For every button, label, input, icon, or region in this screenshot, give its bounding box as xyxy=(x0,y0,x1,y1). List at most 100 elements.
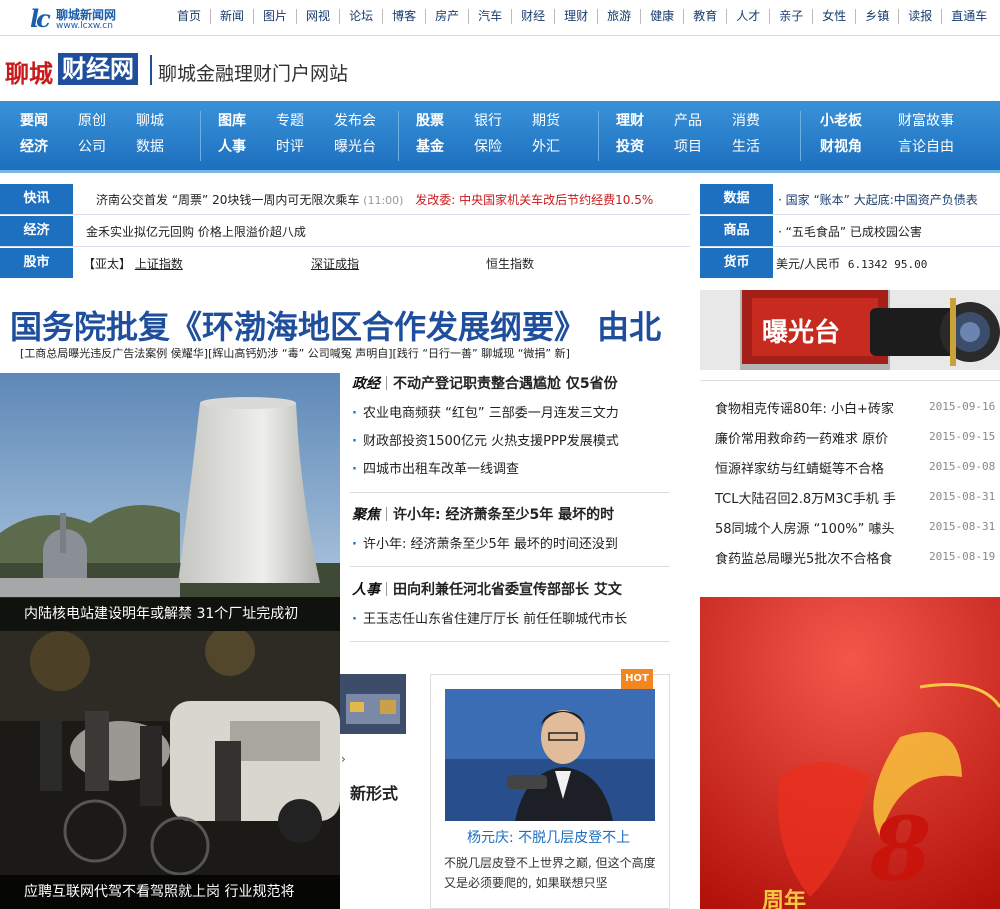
list-item[interactable]: 王玉志任山东省住建厅厅长 前任任聊城代市长 xyxy=(352,608,627,627)
nav-link[interactable]: 图片 xyxy=(253,9,296,24)
nav-link[interactable]: 网视 xyxy=(296,9,339,24)
channel-link[interactable]: 专题 xyxy=(276,111,334,131)
nav-link[interactable]: 亲子 xyxy=(769,9,812,24)
nav-link[interactable]: 理财 xyxy=(554,9,597,24)
nav-link[interactable]: 财经 xyxy=(511,9,554,24)
list-item[interactable]: 农业电商频获 “红包” 三部委一月连发三文力 xyxy=(352,402,619,421)
headline-related-links[interactable]: [工商总局曝光违反广告法案例 侯耀华][辉山高钙奶涉 “毒” 公司喊冤 声明自]… xyxy=(20,345,570,361)
ticker-headline[interactable]: 发改委: 中央国家机关车改后节约经费10.5% xyxy=(415,193,653,207)
nav-link[interactable]: 论坛 xyxy=(339,9,382,24)
ticker-text[interactable]: 济南公交首发 “周票” 20块钱一周内可无限次乘车 (11:00) 发改委: 中… xyxy=(96,191,653,208)
photo-caption[interactable]: 内陆核电站建设明年或解禁 31个厂址完成初 xyxy=(0,597,340,631)
list-item[interactable]: 食物相克传谣80年: 小白+砖家 xyxy=(715,398,894,417)
index-link-hangseng[interactable]: 恒生指数 xyxy=(486,255,534,272)
channel-link[interactable]: 言论自由 xyxy=(898,137,988,157)
channel-link[interactable]: 项目 xyxy=(674,137,732,157)
camera-banner-image xyxy=(700,290,1000,370)
channel-link[interactable]: 理财 xyxy=(616,111,674,131)
ticker-headline-text[interactable]: “五毛食品” 已成校园公害 xyxy=(786,225,922,239)
channel-link[interactable]: 保险 xyxy=(474,137,532,157)
ticker-headline-text[interactable]: 国家 “账本” 大起底:中国资产负债表 xyxy=(786,193,978,207)
list-item[interactable]: 四城市出租车改革一线调查 xyxy=(352,458,519,477)
brand-name-box[interactable]: 财经网 xyxy=(58,53,138,85)
thumbnail-image[interactable] xyxy=(340,674,406,734)
chevron-right-icon[interactable]: › xyxy=(341,752,346,766)
nav-link[interactable]: 旅游 xyxy=(597,9,640,24)
baoguangtai-banner[interactable]: 曝光台 xyxy=(700,290,1000,370)
channel-link[interactable]: 银行 xyxy=(474,111,532,131)
nav-link[interactable]: 健康 xyxy=(640,9,683,24)
index-link-shenzhen[interactable]: 深证成指 xyxy=(311,255,359,272)
feature-title[interactable]: 杨元庆: 不脱几层皮登不上 xyxy=(467,827,630,847)
ticker-headline[interactable]: · “五毛食品” 已成校园公害 xyxy=(778,223,922,240)
channel-link[interactable]: 图库 xyxy=(218,111,276,131)
brand-name-red[interactable]: 聊城 xyxy=(5,54,53,89)
site-logo[interactable]: lc 聊城新闻网 www.lcxw.cn xyxy=(30,4,148,33)
channel-link[interactable]: 生活 xyxy=(732,137,790,157)
feature-card[interactable]: HOT 杨元庆: 不脱几层皮登不上 不脱几层皮登不上世界之巅, 但这个高度又是必… xyxy=(430,669,670,909)
photo-designated-drivers[interactable]: 应聘互联网代驾不看驾照就上岗 行业规范将 xyxy=(0,631,340,909)
channel-divider xyxy=(800,111,801,161)
nuclear-plant-image xyxy=(0,373,340,631)
channel-link[interactable]: 外汇 xyxy=(532,137,590,157)
channel-link[interactable]: 财富故事 xyxy=(898,111,988,131)
channel-link[interactable]: 原创 xyxy=(78,111,136,131)
list-item[interactable]: 食药监总局曝光5批次不合格食 xyxy=(715,548,892,567)
list-item[interactable]: 恒源祥家纺与红蜻蜓等不合格 xyxy=(715,458,884,477)
section-headline[interactable]: 许小年: 经济萧条至少5年 最坏的时 xyxy=(393,507,614,523)
channel-group-business: 小老板 财富故事 财视角 言论自由 xyxy=(820,111,988,157)
channel-link[interactable]: 期货 xyxy=(532,111,590,131)
channel-link[interactable]: 数据 xyxy=(136,137,194,157)
channel-group-markets: 股票 银行 期货 基金 保险 外汇 xyxy=(416,111,590,157)
list-item[interactable]: 58同城个人房源 “100%” 噱头 xyxy=(715,518,894,537)
ticker-headline[interactable]: · 国家 “账本” 大起底:中国资产负债表 xyxy=(778,191,978,208)
channel-link[interactable]: 消费 xyxy=(732,111,790,131)
top-nav-links: 首页 新闻 图片 网视 论坛 博客 房产 汽车 财经 理财 旅游 健康 教育 人… xyxy=(168,9,996,24)
channel-link[interactable]: 股票 xyxy=(416,111,474,131)
channel-link[interactable]: 时评 xyxy=(276,137,334,157)
nav-link[interactable]: 房产 xyxy=(425,9,468,24)
channel-link[interactable]: 人事 xyxy=(218,137,276,157)
nav-link[interactable]: 新闻 xyxy=(210,9,253,24)
list-item[interactable]: TCL大陆召回2.8万M3C手机 手 xyxy=(715,488,896,507)
channel-link[interactable]: 基金 xyxy=(416,137,474,157)
channel-link[interactable]: 要闻 xyxy=(20,111,78,131)
ticker-headline[interactable]: 济南公交首发 “周票” 20块钱一周内可无限次乘车 xyxy=(96,193,359,207)
section-title-jujiao[interactable]: 聚焦 许小年: 经济萧条至少5年 最坏的时 xyxy=(352,504,614,524)
channel-link[interactable]: 曝光台 xyxy=(334,137,392,157)
section-title-zhengjing[interactable]: 政经 不动产登记职责整合遇尴尬 仅5省份 xyxy=(352,373,618,393)
nav-link[interactable]: 博客 xyxy=(382,9,425,24)
nav-link[interactable]: 女性 xyxy=(812,9,855,24)
channel-link[interactable]: 聊城 xyxy=(136,111,194,131)
list-item[interactable]: 许小年: 经济萧条至少5年 最坏的时间还没到 xyxy=(352,533,618,552)
nav-link[interactable]: 直通车 xyxy=(941,9,996,24)
channel-link[interactable]: 产品 xyxy=(674,111,732,131)
photo-caption[interactable]: 应聘互联网代驾不看驾照就上岗 行业规范将 xyxy=(0,875,340,909)
section-headline[interactable]: 不动产登记职责整合遇尴尬 仅5省份 xyxy=(393,376,618,392)
nav-link[interactable]: 乡镇 xyxy=(855,9,898,24)
ticker-headline[interactable]: 金禾实业拟亿元回购 价格上限溢价超八成 xyxy=(86,223,306,240)
nav-link[interactable]: 教育 xyxy=(683,9,726,24)
channel-link[interactable]: 小老板 xyxy=(820,111,898,131)
channel-link[interactable]: 投资 xyxy=(616,137,674,157)
index-link-shanghai[interactable]: 上证指数 xyxy=(135,257,183,271)
nav-link[interactable]: 汽车 xyxy=(468,9,511,24)
channel-link[interactable]: 经济 xyxy=(20,137,78,157)
section-title-renshi[interactable]: 人事 田向利兼任河北省委宣传部部长 艾文 xyxy=(352,579,622,599)
nav-link[interactable]: 读报 xyxy=(898,9,941,24)
main-headline[interactable]: 国务院批复《环渤海地区合作发展纲要》 由北 xyxy=(10,302,661,348)
list-item[interactable]: 廉价常用救命药一药难求 原价 xyxy=(715,428,888,447)
nav-link[interactable]: 人才 xyxy=(726,9,769,24)
channel-link[interactable]: 财视角 xyxy=(820,137,898,157)
ticker-stock-links: 【亚太】 上证指数 深证成指 恒生指数 xyxy=(83,255,534,272)
channel-divider xyxy=(200,111,201,161)
nav-link[interactable]: 首页 xyxy=(168,9,210,24)
section-headline[interactable]: 田向利兼任河北省委宣传部部长 艾文 xyxy=(393,582,622,598)
photo-nuclear-plant[interactable]: 内陆核电站建设明年或解禁 31个厂址完成初 xyxy=(0,373,340,631)
list-item[interactable]: 财政部投资1500亿元 火热支援PPP发展模式 xyxy=(352,430,619,449)
anniversary-banner[interactable]: 8 周年 xyxy=(700,597,1000,909)
channel-link[interactable]: 公司 xyxy=(78,137,136,157)
top-navigation-bar: lc 聊城新闻网 www.lcxw.cn 首页 新闻 图片 网视 论坛 博客 房… xyxy=(0,0,1000,36)
xinxing-label[interactable]: 新形式 xyxy=(350,780,398,804)
channel-link[interactable]: 发布会 xyxy=(334,111,392,131)
